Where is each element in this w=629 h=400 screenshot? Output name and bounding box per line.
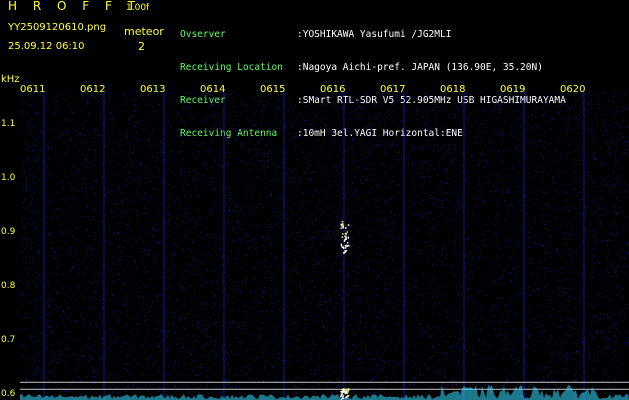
- y-tick-label: 0.6: [1, 389, 16, 399]
- y-tick-label: 0.8: [1, 281, 16, 291]
- meteor-echo-dot: [340, 243, 343, 246]
- x-tick-label: 0618: [440, 84, 465, 95]
- x-tick-label: 0620: [560, 84, 585, 95]
- meteor-echo-dot: [346, 396, 348, 398]
- meteor-echo-dot: [347, 236, 350, 239]
- meteor-echo-dot: [341, 220, 344, 223]
- meteor-echo-dot: [347, 224, 350, 226]
- tick-label-layer: 1.1 1.0 0.9 0.8 0.7 0.6 0611 0612 0613 0614 0615 06…: [1, 84, 585, 399]
- meteor-echo-dot: [340, 395, 342, 398]
- meteor-echo-dot: [344, 389, 346, 391]
- meteor-echo-dot: [345, 250, 347, 252]
- meteor-echo-dot: [347, 389, 350, 391]
- meteor-echo-dot: [345, 227, 347, 229]
- meteor-echo-dot: [343, 390, 346, 392]
- meteor-echo-dot: [344, 391, 346, 394]
- y-tick-label: 1.1: [1, 119, 15, 129]
- meteor-echo-dot: [341, 389, 344, 392]
- meteor-echo-dot: [345, 236, 347, 238]
- meteor-echo-dot: [348, 245, 350, 247]
- noise-layer: [20, 91, 629, 400]
- meteor-echo-dot: [341, 233, 344, 235]
- x-tick-label: 0617: [380, 84, 405, 95]
- y-tick-label: 0.7: [1, 335, 15, 345]
- noise-floor: [20, 385, 629, 400]
- meteor-echo-dot: [346, 245, 348, 247]
- meteor-echo-dot: [342, 225, 344, 228]
- meteor-echo-dot: [344, 239, 346, 241]
- y-tick-label: 1.0: [1, 173, 16, 183]
- x-tick-label: 0619: [500, 84, 525, 95]
- x-tick-label: 0615: [260, 84, 285, 95]
- meteor-echo-dot: [340, 390, 342, 393]
- meteor-echo-dot: [346, 242, 349, 244]
- meteor-echo-dot: [341, 246, 344, 249]
- meteor-echo-dot: [346, 231, 348, 233]
- x-tick-label: 0611: [20, 84, 45, 95]
- meteor-echo-dot: [347, 395, 350, 397]
- meteor-echo-dot: [345, 233, 348, 235]
- x-tick-label: 0616: [320, 84, 345, 95]
- meteor-echo-dot: [343, 240, 346, 242]
- meteor-echo-dot: [344, 247, 347, 249]
- meteor-echo-dot: [341, 236, 344, 238]
- meteor-echo-dot: [342, 397, 344, 399]
- meteor-echo-dot: [342, 223, 344, 225]
- meteor-echo-dot: [345, 388, 348, 390]
- meteor-echo-dot: [344, 237, 347, 240]
- spectrogram-chart: 1.1 1.0 0.9 0.8 0.7 0.6 0611 0612 0613 0614 0615 06…: [1, 84, 629, 400]
- meteor-echo-dot: [342, 394, 345, 397]
- echo-layer: [340, 220, 350, 400]
- noise-speckle: [20, 91, 629, 400]
- meteor-echo-dot: [340, 227, 342, 229]
- meteor-echo-dot: [340, 245, 343, 247]
- meteor-echo-dot: [342, 227, 344, 229]
- x-tick-label: 0612: [80, 84, 105, 95]
- x-tick-label: 0614: [200, 84, 225, 95]
- grid-layer: [20, 92, 629, 400]
- y-tick-label: 0.9: [1, 227, 16, 237]
- meteor-echo-dot: [340, 223, 342, 226]
- meteor-echo-dot: [343, 252, 345, 254]
- x-tick-label: 0613: [140, 84, 165, 95]
- meteor-echo-dot: [341, 392, 343, 395]
- hrofft-spectrogram-window: H R O F F T 1.00f YY2509120610.png 25.09…: [0, 0, 629, 400]
- meteor-echo-dot: [344, 245, 347, 247]
